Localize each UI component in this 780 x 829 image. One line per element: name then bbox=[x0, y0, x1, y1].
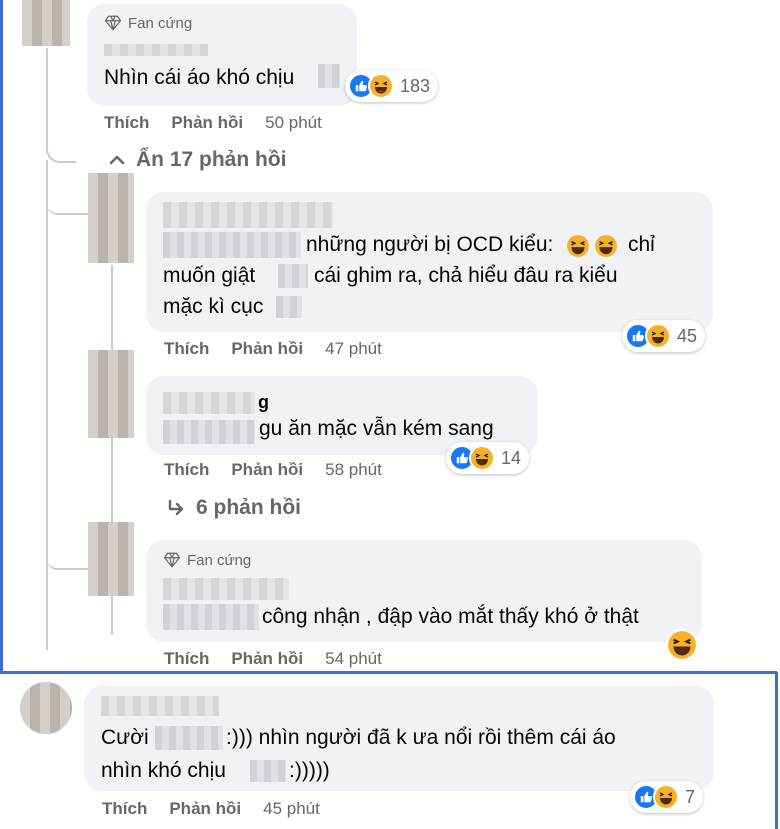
frame-border-left bbox=[0, 0, 3, 672]
comment-actions: Thích Phản hồi 45 phút bbox=[102, 799, 320, 819]
fan-badge-label: Fan cứng bbox=[128, 14, 193, 32]
thread-branch bbox=[46, 190, 88, 215]
like-button[interactable]: Thích bbox=[164, 460, 209, 480]
comment-text-line: cái ghim ra, chả hiểu đâu ra kiểu bbox=[314, 264, 618, 287]
haha-icon[interactable] bbox=[665, 628, 699, 667]
hide-replies-toggle[interactable]: Ẩn 17 phản hồi bbox=[108, 148, 287, 172]
redacted-text bbox=[318, 64, 340, 88]
commenter-name[interactable] bbox=[163, 392, 255, 414]
comment-time[interactable]: 58 phút bbox=[325, 460, 382, 480]
reaction-summary[interactable]: 7 bbox=[630, 781, 704, 813]
diamond-icon bbox=[104, 15, 122, 31]
thread-line bbox=[46, 160, 48, 650]
avatar[interactable] bbox=[88, 522, 134, 596]
redacted-text bbox=[163, 232, 301, 258]
haha-icon bbox=[653, 784, 679, 810]
reply-button[interactable]: Phản hồi bbox=[171, 113, 243, 133]
comment-actions: Thích Phản hồi 47 phút bbox=[164, 339, 382, 359]
comment-actions: Thích Phản hồi 50 phút bbox=[104, 113, 322, 133]
comment-actions: Thích Phản hồi 54 phút bbox=[164, 649, 382, 669]
reply-button[interactable]: Phản hồi bbox=[169, 799, 241, 819]
reply-button[interactable]: Phản hồi bbox=[231, 460, 303, 480]
reply-button[interactable]: Phản hồi bbox=[231, 649, 303, 669]
comment-text: công nhận , đập vào mắt thấy khó ở thật bbox=[262, 605, 639, 628]
fan-badge: Fan cứng bbox=[104, 14, 192, 32]
avatar[interactable] bbox=[20, 682, 72, 734]
commenter-name[interactable] bbox=[163, 578, 289, 600]
reply-button[interactable]: Phản hồi bbox=[231, 339, 303, 359]
comment-text-line: những người bị OCD kiểu: bbox=[306, 233, 554, 256]
frame-border-right bbox=[775, 672, 778, 829]
haha-icon bbox=[645, 323, 671, 349]
reaction-summary[interactable]: 45 bbox=[622, 320, 706, 352]
avatar[interactable] bbox=[88, 173, 134, 263]
comment-time[interactable]: 54 phút bbox=[325, 649, 382, 669]
reaction-count: 45 bbox=[677, 325, 698, 346]
comment-time[interactable]: 45 phút bbox=[263, 799, 320, 819]
redacted-text bbox=[250, 760, 286, 782]
reaction-count: 183 bbox=[400, 75, 431, 96]
comment-text-line: muốn giật bbox=[163, 264, 256, 287]
comment-time[interactable]: 47 phút bbox=[325, 339, 382, 359]
reaction-count: 7 bbox=[685, 786, 696, 807]
reaction-count: 14 bbox=[501, 447, 522, 468]
view-replies-label: 6 phản hồi bbox=[196, 496, 301, 519]
fan-badge-label: Fan cứng bbox=[187, 551, 252, 569]
commenter-name[interactable] bbox=[101, 696, 219, 716]
haha-icon bbox=[368, 73, 394, 99]
chevron-up-icon bbox=[109, 155, 125, 165]
like-button[interactable]: Thích bbox=[164, 649, 209, 669]
view-replies-toggle[interactable]: 6 phản hồi bbox=[166, 496, 301, 520]
comment-text: gu ăn mặc vẫn kém sang bbox=[259, 417, 494, 440]
comment-text-line: :))))) bbox=[289, 759, 330, 782]
haha-icon bbox=[469, 445, 495, 471]
comment-text-line: nhìn khó chịu bbox=[101, 759, 226, 782]
commenter-name-tail: g bbox=[258, 392, 269, 412]
comment-time[interactable]: 50 phút bbox=[265, 113, 322, 133]
commenter-name[interactable] bbox=[104, 44, 208, 56]
redacted-text bbox=[163, 604, 259, 630]
hide-replies-label: Ẩn 17 phản hồi bbox=[136, 148, 287, 171]
reply-arrow-icon bbox=[168, 499, 184, 516]
haha-icon bbox=[594, 234, 618, 263]
frame-border-bottom bbox=[0, 671, 777, 674]
avatar[interactable] bbox=[88, 350, 134, 438]
like-button[interactable]: Thích bbox=[104, 113, 149, 133]
redacted-text bbox=[163, 420, 255, 444]
redacted-text bbox=[278, 264, 308, 288]
comment-text-fragment: chỉ bbox=[628, 233, 655, 256]
comment-actions: Thích Phản hồi 58 phút bbox=[164, 460, 382, 480]
comment-text-line: Cười bbox=[101, 726, 149, 749]
thread-line bbox=[46, 48, 76, 163]
thread-branch bbox=[46, 540, 88, 570]
comment-text: Nhìn cái áo khó chịu bbox=[104, 66, 295, 89]
reaction-summary[interactable]: 14 bbox=[446, 442, 530, 474]
redacted-text bbox=[276, 296, 302, 318]
comment-text-line: :))) nhìn người đã k ưa nổi rồi thêm cái… bbox=[226, 726, 616, 749]
like-button[interactable]: Thích bbox=[102, 799, 147, 819]
like-button[interactable]: Thích bbox=[164, 339, 209, 359]
comment-text-line: mặc kì cục bbox=[163, 295, 264, 318]
diamond-icon bbox=[163, 552, 181, 568]
commenter-name[interactable] bbox=[163, 202, 333, 228]
fan-badge: Fan cứng bbox=[163, 551, 251, 569]
avatar[interactable] bbox=[22, 0, 70, 46]
haha-icon bbox=[566, 234, 590, 263]
redacted-text bbox=[155, 726, 223, 750]
reaction-summary[interactable]: 183 bbox=[345, 70, 439, 102]
